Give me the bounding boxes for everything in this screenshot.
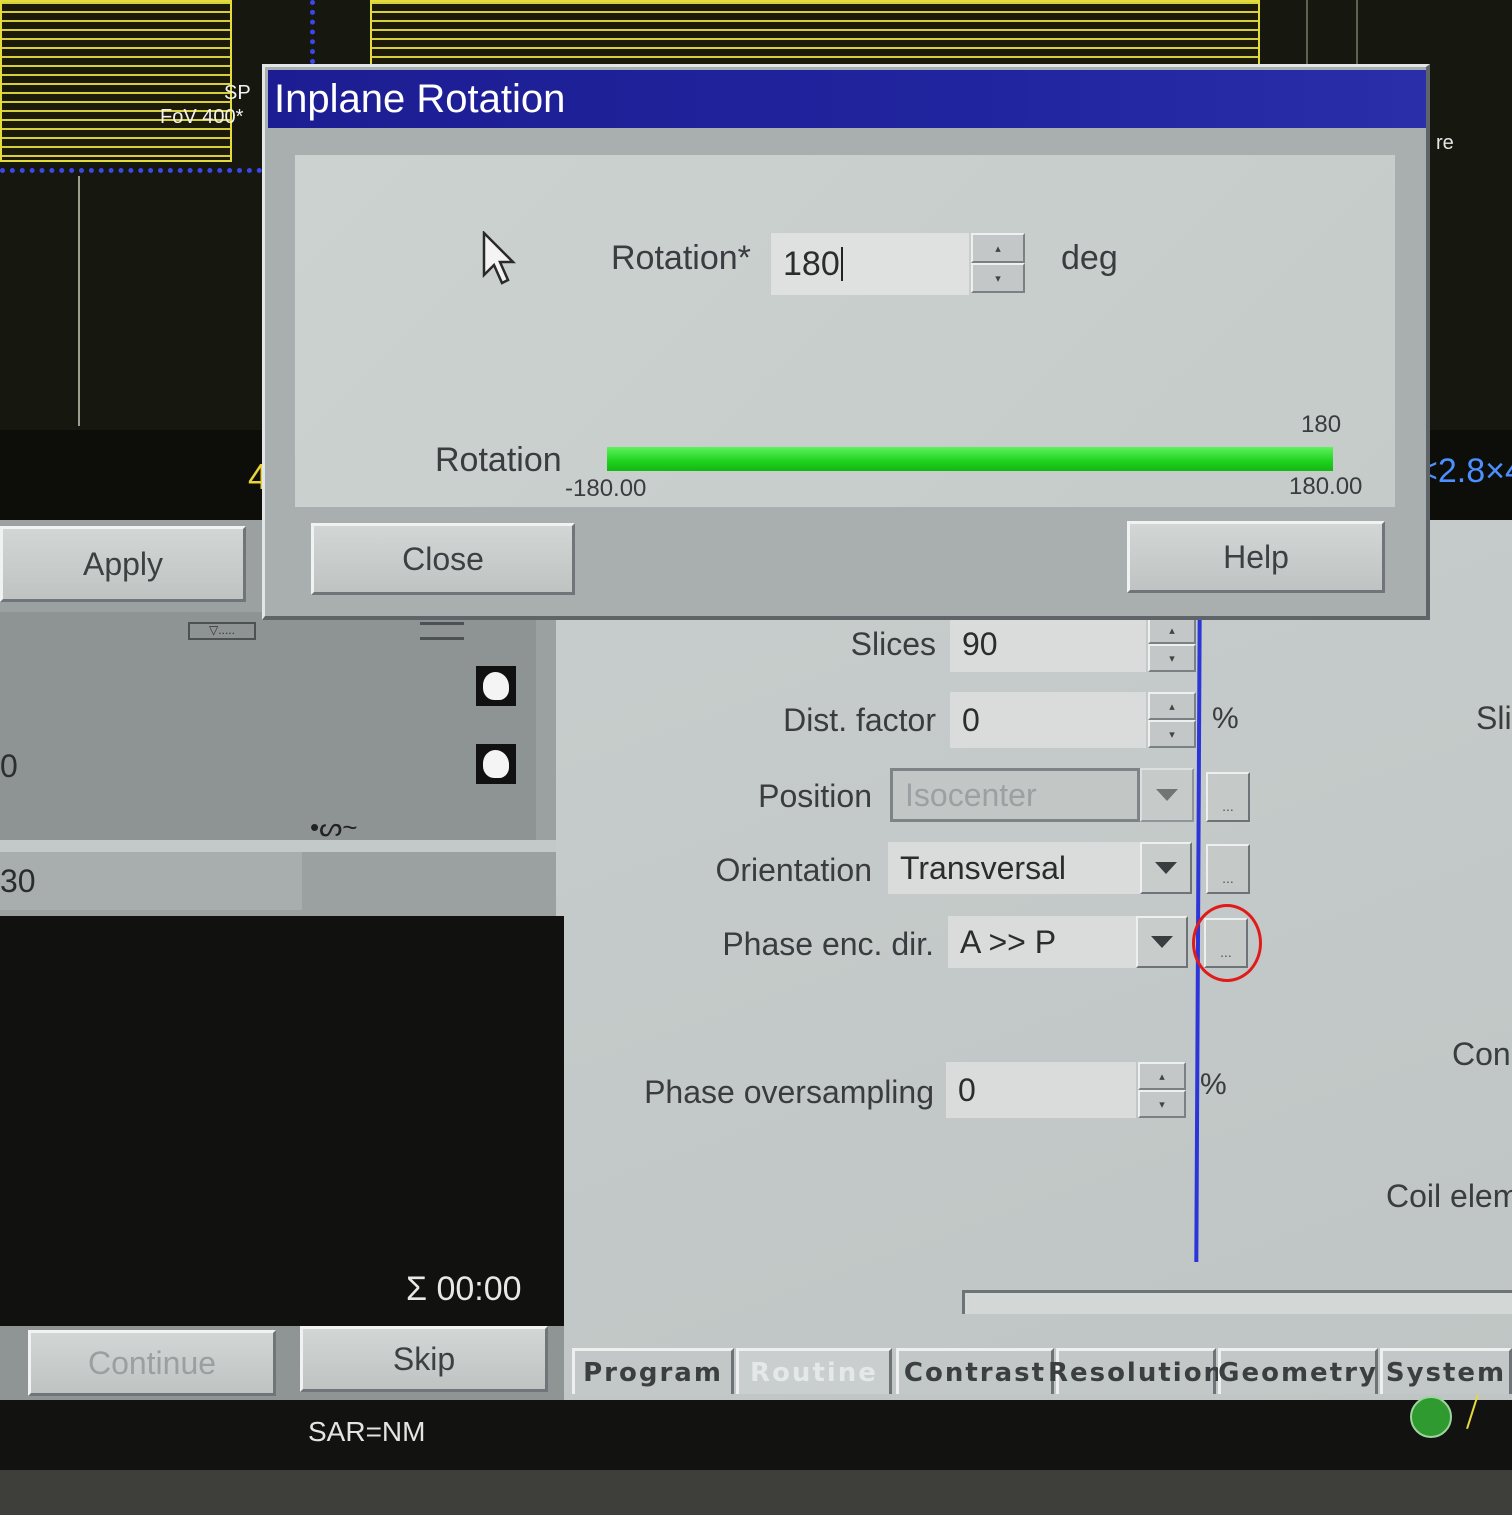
slices-label: Slices (850, 626, 936, 662)
dist-factor-unit: % (1212, 702, 1239, 735)
chevron-down-icon (1151, 936, 1173, 948)
clock-icon (1410, 1396, 1452, 1438)
horizontal-scrollbar[interactable] (962, 1290, 1512, 1314)
phase-enc-dir-label: Phase enc. dir. (722, 926, 934, 962)
monitor-bezel (0, 1470, 1512, 1515)
dist-factor-spinner[interactable]: ▴ ▾ (1148, 692, 1196, 748)
slider-label: Rotation (435, 441, 562, 479)
phase-oversampling-spinner[interactable]: ▴ ▾ (1138, 1062, 1186, 1118)
list-separator (0, 840, 556, 852)
slices-spinner[interactable]: ▴ ▾ (1148, 616, 1196, 672)
right-cut-label-2: Con (1452, 1036, 1511, 1072)
rotation-spinner[interactable]: ▴ ▾ (971, 233, 1025, 293)
continue-button[interactable]: Continue (28, 1330, 276, 1396)
skip-button[interactable]: Skip (300, 1326, 548, 1392)
orientation-dropdown-arrow[interactable] (1140, 842, 1192, 894)
phase-enc-dropdown-arrow[interactable] (1136, 916, 1188, 968)
spin-down-icon[interactable]: ▾ (1148, 644, 1196, 672)
tab-program[interactable]: Program (572, 1348, 734, 1394)
viewer-divider-3 (1356, 0, 1358, 66)
text-caret (840, 247, 843, 281)
tab-routine[interactable]: Routine (736, 1348, 892, 1394)
list-value-fragment: 0 (0, 748, 18, 784)
slice-overlay-top (370, 0, 1260, 66)
dialog-body: Rotation* 180 ▴ ▾ deg Rotation 180 -180.0… (295, 155, 1395, 507)
help-button[interactable]: Help (1127, 521, 1385, 593)
phase-oversampling-input[interactable]: 0 (946, 1062, 1136, 1118)
network-icon: ⧸ (1466, 1392, 1479, 1434)
status-bar (0, 1400, 1512, 1470)
protocol-field-value: 30 (0, 862, 36, 899)
viewer-divider (78, 176, 80, 426)
sar-status: SAR=NM (308, 1416, 426, 1447)
spin-down-icon[interactable]: ▾ (1148, 720, 1196, 748)
viewer-label-right: re (1436, 132, 1454, 154)
rotation-slider[interactable] (607, 447, 1333, 471)
tab-contrast[interactable]: Contrast (896, 1348, 1054, 1394)
chevron-down-icon (1155, 862, 1177, 874)
protocol-field[interactable]: 30 (0, 852, 302, 910)
phase-oversampling-unit: % (1200, 1068, 1227, 1101)
position-more-button[interactable]: ... (1206, 772, 1250, 822)
right-cut-label-3: Coil elem (1386, 1178, 1512, 1214)
list-header-icon: ▽..... (188, 622, 256, 640)
slider-current-value: 180 (1301, 411, 1342, 438)
right-cut-label-1: Sli (1476, 700, 1512, 736)
rotation-unit: deg (1061, 239, 1118, 277)
position-dropdown-arrow[interactable] (1140, 768, 1194, 822)
fov-box-edge (0, 168, 262, 173)
inplane-rotation-dialog: Inplane Rotation Rotation* 180 ▴ ▾ deg Ro… (262, 64, 1430, 620)
rotation-slider-fill (607, 447, 1333, 471)
spin-up-icon[interactable]: ▴ (1148, 616, 1196, 644)
position-select[interactable]: Isocenter (890, 768, 1140, 822)
slider-min-label: -180.00 (565, 475, 647, 502)
dialog-title[interactable]: Inplane Rotation (268, 70, 1426, 128)
phase-oversampling-value: 0 (958, 1071, 976, 1108)
orientation-select[interactable]: Transversal (888, 842, 1140, 894)
tab-geometry[interactable]: Geometry (1218, 1348, 1378, 1394)
rotation-label: Rotation* (611, 239, 751, 277)
orientation-value: Transversal (900, 849, 1066, 886)
orientation-more-button[interactable]: ... (1206, 844, 1250, 894)
orientation-label: Orientation (715, 852, 872, 888)
dist-factor-label: Dist. factor (783, 702, 936, 738)
spin-up-icon[interactable]: ▴ (1138, 1062, 1186, 1090)
head-coil-icon[interactable] (476, 744, 516, 784)
position-label: Position (758, 778, 872, 814)
queue-list (0, 612, 536, 840)
tab-resolution[interactable]: Resolution (1048, 1348, 1222, 1394)
slices-input[interactable]: 90 (950, 616, 1146, 672)
spin-down-icon[interactable]: ▾ (971, 263, 1025, 293)
spin-up-icon[interactable]: ▴ (1148, 692, 1196, 720)
head-coil-icon[interactable] (476, 666, 516, 706)
phase-enc-dir-value: A >> P (960, 923, 1057, 960)
preview-area (0, 916, 564, 1326)
spin-down-icon[interactable]: ▾ (1138, 1090, 1186, 1118)
list-menu-icon (420, 622, 464, 640)
viewer-label-fov: FoV 400* (160, 106, 244, 128)
phase-enc-dir-select[interactable]: A >> P (948, 916, 1136, 968)
rotation-input[interactable]: 180 (771, 233, 969, 295)
spin-up-icon[interactable]: ▴ (971, 233, 1025, 263)
dist-factor-input[interactable]: 0 (950, 692, 1146, 748)
phase-oversampling-label: Phase oversampling (644, 1074, 934, 1110)
viewer-label-sp: SP (224, 82, 251, 104)
right-indicator: <2.8×4 (1418, 452, 1512, 490)
slider-max-label: 180.00 (1289, 473, 1363, 500)
chevron-down-icon (1156, 789, 1178, 801)
viewer-divider-2 (1306, 0, 1308, 66)
scan-timer: Σ 00:00 (406, 1270, 522, 1308)
rotation-input-value: 180 (783, 244, 840, 283)
apply-button[interactable]: Apply (0, 526, 246, 602)
highlight-circle (1192, 904, 1262, 982)
fov-box-edge-vertical (310, 0, 315, 64)
slice-overlay-left (0, 0, 232, 162)
position-value: Isocenter (905, 776, 1037, 813)
slices-value: 90 (962, 625, 998, 662)
mouse-cursor-icon (482, 231, 517, 285)
dist-factor-value: 0 (962, 701, 980, 738)
wave-icon: •ᔕ~ (310, 812, 358, 842)
close-button[interactable]: Close (311, 523, 575, 595)
